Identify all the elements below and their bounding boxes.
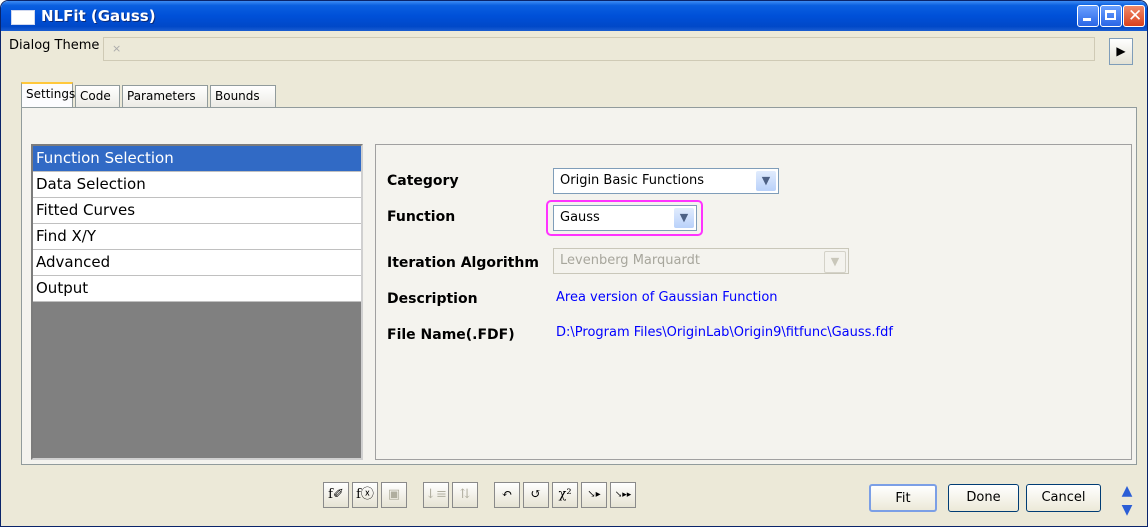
description-label: Description: [387, 291, 478, 307]
theme-menu-button[interactable]: ▶: [1109, 38, 1133, 65]
function-label: Function: [387, 209, 456, 225]
minimize-button[interactable]: [1077, 5, 1099, 27]
tab-bounds[interactable]: Bounds: [210, 85, 276, 107]
collapse-up-icon[interactable]: ▲: [1115, 482, 1139, 500]
nav-item-advanced[interactable]: Advanced: [33, 250, 361, 276]
fx-edit-icon[interactable]: f✐: [323, 482, 349, 508]
one-iteration-icon[interactable]: ↶: [494, 482, 520, 508]
nav-item-fitted-curves[interactable]: Fitted Curves: [33, 198, 361, 224]
title-bar[interactable]: NLFit (Gauss) ✕: [1, 1, 1147, 31]
settings-nav-list: Function Selection Data Selection Fitted…: [31, 144, 363, 460]
chevron-down-icon: ▼: [674, 208, 694, 228]
window-icon: [11, 10, 35, 25]
tab-parameters[interactable]: Parameters: [122, 85, 208, 107]
nav-item-data-selection[interactable]: Data Selection: [33, 172, 361, 198]
save-icon[interactable]: ▣: [381, 482, 407, 508]
function-select[interactable]: Gauss ▼: [553, 205, 697, 231]
maximize-icon: [1105, 10, 1116, 20]
chevron-down-icon: ▼: [756, 171, 776, 191]
triangle-right-icon: ▶: [1116, 44, 1126, 58]
fit-until-converged-icon[interactable]: ↺: [523, 482, 549, 508]
chevron-down-icon: ▼: [824, 251, 846, 273]
iteration-algorithm-select: Levenberg Marquardt ▼: [553, 248, 849, 274]
iteration-algorithm-label: Iteration Algorithm: [387, 255, 539, 271]
close-button[interactable]: ✕: [1123, 5, 1145, 27]
expand-down-icon[interactable]: ▼: [1115, 501, 1139, 519]
category-label: Category: [387, 173, 459, 189]
dialog-theme-field[interactable]: ×: [103, 37, 1095, 61]
nlfit-dialog: NLFit (Gauss) ✕ Dialog Theme × ▶ Setting…: [0, 0, 1148, 527]
dialog-theme-label: Dialog Theme: [9, 38, 100, 53]
close-icon: ✕: [1128, 6, 1143, 26]
category-value: Origin Basic Functions: [560, 173, 705, 188]
tab-settings[interactable]: Settings: [21, 82, 75, 107]
sort-down-icon[interactable]: ↓≡: [423, 482, 449, 508]
chi-square-icon[interactable]: χ²: [552, 482, 578, 508]
nav-item-function-selection[interactable]: Function Selection: [33, 146, 361, 172]
cancel-button[interactable]: Cancel: [1026, 484, 1101, 512]
window-title: NLFit (Gauss): [41, 7, 156, 25]
file-name-value: D:\Program Files\OriginLab\Origin9\fitfu…: [556, 325, 893, 340]
fit-button[interactable]: Fit: [869, 484, 937, 512]
iteration-algorithm-value: Levenberg Marquardt: [560, 253, 700, 268]
function-value: Gauss: [560, 210, 600, 225]
nav-item-output[interactable]: Output: [33, 276, 361, 302]
fx-new-icon[interactable]: fⓧ: [352, 482, 378, 508]
minimize-icon: [1083, 18, 1091, 21]
category-select[interactable]: Origin Basic Functions ▼: [553, 168, 779, 194]
fit-next-icon[interactable]: ↘▸: [581, 482, 607, 508]
nav-item-find-xy[interactable]: Find X/Y: [33, 224, 361, 250]
file-name-label: File Name(.FDF): [387, 327, 515, 343]
fit-all-icon[interactable]: ↘▸▸: [610, 482, 636, 508]
sort-both-icon[interactable]: ⇅: [452, 482, 478, 508]
tab-code[interactable]: Code: [75, 85, 120, 107]
done-button[interactable]: Done: [948, 484, 1019, 512]
description-value: Area version of Gaussian Function: [556, 290, 778, 305]
maximize-button[interactable]: [1100, 5, 1122, 27]
